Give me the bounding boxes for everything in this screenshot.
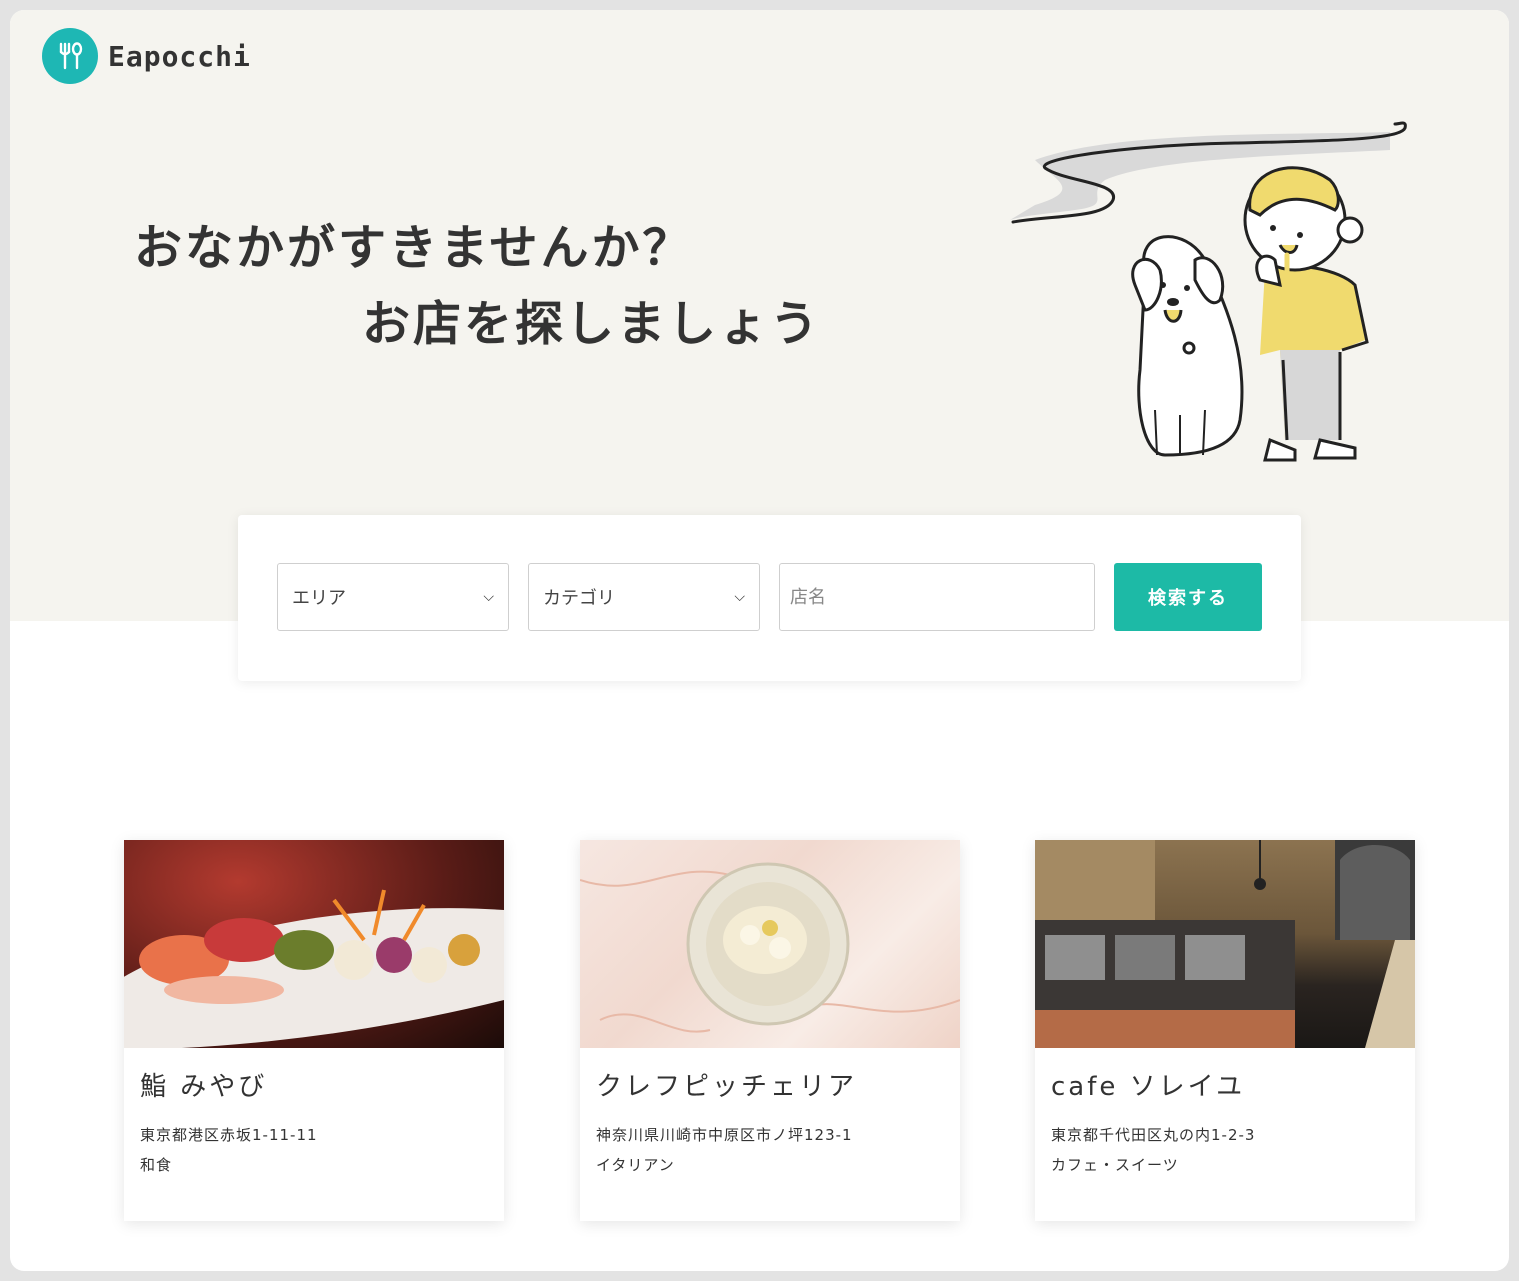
- search-panel: エリア ⌵ カテゴリ ⌵ 検索する: [238, 515, 1301, 681]
- restaurant-address: 東京都港区赤坂1-11-11: [140, 1126, 318, 1144]
- hero-headline: おなかがすきませんか？ お店を探しましょう: [134, 210, 821, 362]
- area-select-value: エリア: [292, 588, 346, 609]
- restaurant-address: 東京都千代田区丸の内1-2-3: [1051, 1126, 1256, 1144]
- restaurant-photo-sushi: [124, 840, 504, 1048]
- restaurant-name: cafe ソレイユ: [1051, 1072, 1246, 1102]
- logo[interactable]: Eapocchi: [42, 28, 251, 84]
- logo-text: Eapocchi: [108, 39, 251, 73]
- category-select-value: カテゴリ: [543, 588, 615, 609]
- shop-name-input[interactable]: [779, 563, 1095, 631]
- area-select[interactable]: エリア ⌵: [277, 563, 509, 631]
- restaurant-card[interactable]: 鮨 みやび 東京都港区赤坂1-11-11 和食: [124, 840, 504, 1221]
- restaurant-name: クレフピッチェリア: [596, 1072, 858, 1102]
- restaurant-name: 鮨 みやび: [140, 1072, 268, 1102]
- chevron-down-icon: ⌵: [483, 589, 494, 605]
- restaurant-card[interactable]: クレフピッチェリア 神奈川県川崎市中原区市ノ坪123-1 イタリアン: [580, 840, 960, 1221]
- search-button[interactable]: 検索する: [1114, 563, 1262, 631]
- restaurant-photo-cafe: [1035, 840, 1415, 1048]
- browser-frame: Eapocchi おなかがすきませんか？ お店を探しましょう エリア ⌵ カテゴ…: [10, 10, 1509, 1271]
- restaurant-address: 神奈川県川崎市中原区市ノ坪123-1: [596, 1126, 853, 1144]
- category-select[interactable]: カテゴリ ⌵: [528, 563, 760, 631]
- restaurant-category: カフェ・スイーツ: [1051, 1156, 1179, 1174]
- fork-spoon-icon: [42, 28, 98, 84]
- hero-line-2: お店を探しましょう: [362, 296, 822, 352]
- restaurant-category: 和食: [140, 1156, 173, 1174]
- hungry-kid-and-dog-illustration: [1010, 121, 1407, 462]
- hero-line-1: おなかがすきませんか？: [134, 220, 694, 276]
- chevron-down-icon: ⌵: [734, 589, 745, 605]
- restaurant-category: イタリアン: [596, 1156, 675, 1174]
- restaurant-card[interactable]: cafe ソレイユ 東京都千代田区丸の内1-2-3 カフェ・スイーツ: [1035, 840, 1415, 1221]
- restaurant-photo-pasta: [580, 840, 960, 1048]
